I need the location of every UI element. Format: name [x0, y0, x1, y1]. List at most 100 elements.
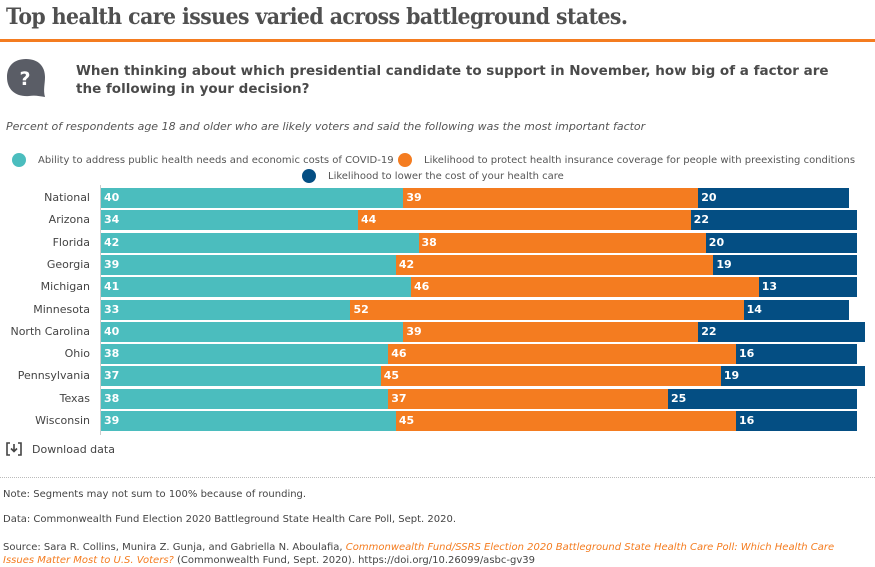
data-label-preexisting: 37 [391, 391, 407, 405]
legend-label-cost: Likelihood to lower the cost of your hea… [328, 170, 564, 182]
data-label-covid: 42 [104, 235, 120, 249]
source-doi-link[interactable]: https://doi.org/10.26099/asbc-gv39 [358, 555, 535, 566]
bar-segment-covid [101, 321, 404, 342]
source-title-link-cont[interactable]: Issues Matter Most to U.S. Voters? [3, 555, 174, 566]
download-data-label: Download data [32, 442, 115, 456]
data-label-cost: 16 [739, 347, 755, 361]
bar-segment-cost [690, 210, 857, 231]
category-label: Texas [59, 391, 90, 405]
bar-segment-preexisting [403, 188, 699, 208]
bar-segment-preexisting [350, 299, 744, 320]
bar-segment-cost [720, 366, 865, 387]
data-label-cost: 22 [701, 324, 717, 338]
category-label: Wisconsin [35, 414, 90, 427]
data-label-covid: 33 [104, 302, 120, 316]
data-label-preexisting: 46 [413, 280, 430, 294]
bar-segment-covid [101, 344, 389, 365]
data-label-cost: 20 [708, 235, 725, 249]
data-label-covid: 37 [104, 369, 120, 383]
footer-source: Source: Sara R. Collins, Munira Z. Gunja… [3, 541, 834, 567]
question-bubble-icon: ? [7, 59, 45, 97]
data-label-covid: 38 [104, 391, 120, 405]
bar-segment-covid [101, 411, 396, 431]
bar-segment-preexisting [418, 232, 706, 253]
bar-segment-cost [698, 188, 850, 208]
bar-segment-covid [101, 388, 389, 409]
bar-segment-preexisting [410, 277, 759, 298]
bar-segment-covid [101, 299, 351, 320]
data-label-cost: 19 [723, 369, 740, 383]
legend-label-preexisting: Likelihood to protect health insurance c… [424, 154, 856, 166]
data-label-covid: 40 [104, 324, 120, 338]
data-label-preexisting: 42 [398, 257, 415, 271]
data-label-covid: 39 [104, 257, 120, 271]
bar-segment-cost [698, 321, 865, 342]
title-divider [0, 39, 875, 42]
category-label: Pennsylvania [17, 369, 90, 383]
source-title-link[interactable]: Commonwealth Fund/SSRS Election 2020 Bat… [346, 542, 834, 553]
data-label-preexisting: 39 [406, 191, 422, 204]
data-label-cost: 20 [701, 191, 717, 204]
legend-swatch-cost [302, 169, 316, 183]
footer-note: Note: Segments may not sum to 100% becau… [3, 489, 307, 500]
category-label: North Carolina [10, 324, 90, 338]
data-label-preexisting: 38 [421, 235, 437, 249]
category-label: National [44, 191, 90, 204]
data-label-covid: 39 [104, 414, 120, 427]
legend-item-preexisting: Likelihood to protect health insurance c… [398, 153, 855, 167]
footer-data-source: Data: Commonwealth Fund Election 2020 Ba… [3, 514, 457, 525]
bar-segment-covid [101, 232, 419, 253]
legend-label-covid: Ability to address public health needs a… [38, 154, 394, 166]
bar-segment-cost [705, 232, 857, 253]
data-label-cost: 22 [693, 213, 709, 227]
source-publisher: (Commonwealth Fund, Sept. 2020). [173, 555, 359, 566]
bar-segment-covid [101, 188, 404, 208]
bar-segment-preexisting [358, 210, 691, 231]
data-label-preexisting: 45 [398, 414, 415, 427]
bar-segment-preexisting [395, 411, 737, 431]
category-label: Arizona [48, 213, 90, 227]
survey-question: When thinking about which presidential c… [76, 63, 829, 97]
legend-swatch-preexisting [398, 153, 412, 167]
chart-subtitle: Percent of respondents age 18 and older … [6, 120, 646, 133]
data-label-covid: 34 [104, 213, 120, 227]
bar-segment-preexisting [380, 366, 721, 387]
legend-item-cost: Likelihood to lower the cost of your hea… [302, 169, 564, 183]
data-label-cost: 25 [671, 391, 687, 405]
bar-segment-preexisting [395, 254, 714, 275]
bar-segment-preexisting [403, 321, 699, 342]
category-label: Minnesota [33, 302, 90, 316]
bar-segment-covid [101, 277, 411, 298]
bar-segment-covid [101, 254, 396, 275]
data-label-preexisting: 45 [383, 369, 400, 383]
data-label-preexisting: 44 [361, 213, 377, 227]
category-label: Georgia [46, 257, 90, 271]
legend-item-covid: Ability to address public health needs a… [12, 153, 394, 167]
download-icon [6, 442, 22, 456]
legend-swatch-covid [12, 153, 26, 167]
download-data-button[interactable]: Download data [6, 442, 115, 456]
footer-divider [0, 477, 875, 478]
data-label-cost: 14 [746, 302, 762, 316]
bar-segment-covid [101, 366, 381, 387]
svg-text:?: ? [19, 68, 30, 90]
data-label-cost: 13 [761, 280, 778, 294]
data-label-covid: 40 [104, 191, 120, 204]
bar-segment-covid [101, 210, 359, 231]
category-label: Florida [52, 235, 90, 249]
category-label: Ohio [64, 347, 90, 361]
data-label-covid: 41 [104, 280, 120, 294]
bar-segment-cost [668, 388, 857, 409]
bar-segment-preexisting [388, 388, 668, 409]
data-label-cost: 19 [716, 257, 732, 271]
data-label-preexisting: 46 [391, 347, 407, 361]
category-label: Michigan [40, 280, 90, 294]
bar-segment-preexisting [388, 344, 737, 365]
data-label-preexisting: 39 [406, 324, 422, 338]
chart-title: Top health care issues varied across bat… [6, 4, 628, 30]
data-label-cost: 16 [739, 414, 755, 427]
data-label-preexisting: 52 [353, 302, 369, 316]
data-label-covid: 38 [104, 347, 120, 361]
bar-segment-cost [713, 254, 857, 275]
source-authors: Source: Sara R. Collins, Munira Z. Gunja… [3, 542, 346, 553]
